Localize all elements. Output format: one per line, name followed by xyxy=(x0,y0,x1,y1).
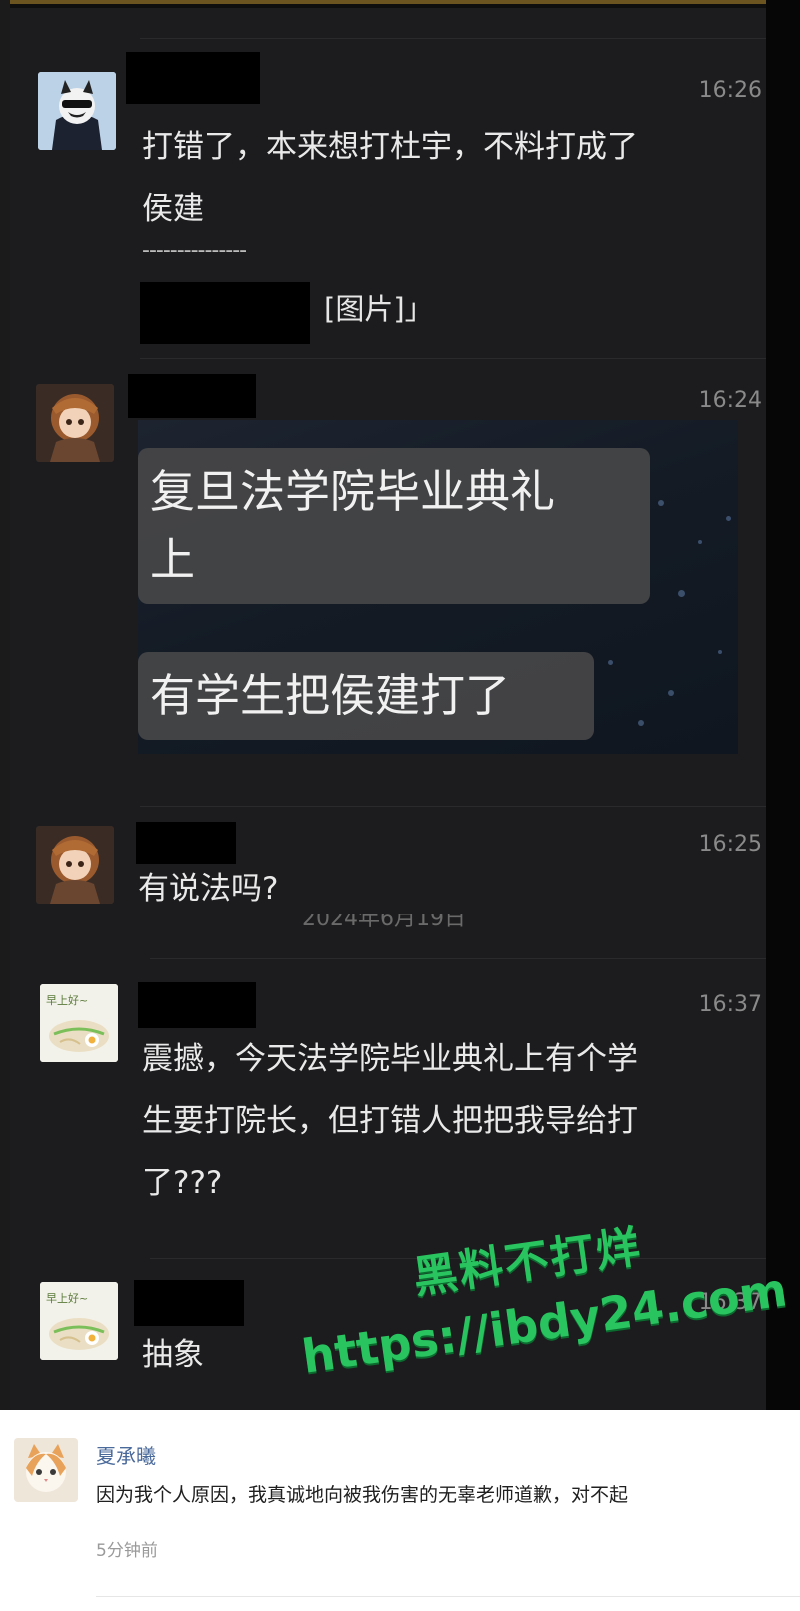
avatar-kitten[interactable] xyxy=(14,1438,78,1502)
city-light xyxy=(698,540,702,544)
comment-text: 因为我个人原因，我真诚地向被我伤害的无辜老师道歉，对不起 xyxy=(96,1484,629,1506)
quote-separator: --------------- xyxy=(142,238,247,263)
shared-image[interactable]: 复旦法学院毕业典礼 上 有学生把侯建打了 xyxy=(138,420,738,754)
image-caption-bubble: 有学生把侯建打了 xyxy=(138,652,594,740)
message-time: 16:26 xyxy=(698,78,762,103)
image-caption-line: 有学生把侯建打了 xyxy=(150,669,511,722)
chat-message-4: 早上好~ 16:37 震撼，今天法学院毕业典礼上有个学 生要打院长，但打错人把把… xyxy=(10,958,766,1233)
avatar-noodle-bowl[interactable]: 早上好~ xyxy=(40,984,118,1062)
image-caption-bubble: 复旦法学院毕业典礼 上 xyxy=(138,448,650,604)
image-caption-line: 复旦法学院毕业典礼 xyxy=(150,465,556,518)
svg-text:早上好~: 早上好~ xyxy=(46,1291,88,1305)
message-time: 16:24 xyxy=(698,388,762,413)
redacted-username xyxy=(136,822,236,864)
commenter-name[interactable]: 夏承曦 xyxy=(96,1440,156,1469)
message-time: 16:37 xyxy=(698,992,762,1017)
redacted-username xyxy=(138,982,256,1028)
comment-divider xyxy=(96,1596,800,1597)
message-time: 16:25 xyxy=(698,832,762,857)
avatar-anime-girl[interactable] xyxy=(36,384,114,462)
redacted-username xyxy=(126,52,260,104)
message-line: 打错了，本来想打杜宇，不料打成了 xyxy=(142,129,638,165)
avatar-sunglasses-cat[interactable] xyxy=(38,72,116,150)
date-separator-overlap: 2024年6月19日 xyxy=(302,914,466,928)
city-light xyxy=(718,650,722,654)
message-line: 了??? xyxy=(142,1165,223,1201)
message-divider xyxy=(140,806,766,807)
screenshot-frame: 16:26 打错了，本来想打杜宇，不料打成了 侯建 --------------… xyxy=(0,0,800,1611)
city-light xyxy=(638,720,644,726)
city-light xyxy=(658,500,664,506)
redacted-username xyxy=(134,1280,244,1326)
left-edge xyxy=(0,0,10,1410)
city-light xyxy=(608,660,613,665)
message-text: 打错了，本来想打杜宇，不料打成了 侯建 xyxy=(142,116,638,240)
city-light xyxy=(668,690,674,696)
right-edge xyxy=(766,0,800,1410)
city-light xyxy=(678,590,685,597)
chat-message-1: 16:26 打错了，本来想打杜宇，不料打成了 侯建 --------------… xyxy=(10,38,766,368)
top-border xyxy=(0,0,770,4)
avatar-anime-girl[interactable] xyxy=(36,826,114,904)
comment-card: 夏承曦 因为我个人原因，我真诚地向被我伤害的无辜老师道歉，对不起 5分钟前 xyxy=(0,1410,800,1611)
quote-image-tail[interactable]: [图片]」 xyxy=(324,286,434,328)
chat-message-3: 16:25 有说法吗? 2024年6月19日 xyxy=(10,806,766,956)
message-divider xyxy=(140,38,766,39)
message-text: 有说法吗? xyxy=(138,871,279,907)
comment-time: 5分钟前 xyxy=(96,1541,158,1561)
image-caption-line: 上 xyxy=(150,533,196,586)
chat-panel: 16:26 打错了，本来想打杜宇，不料打成了 侯建 --------------… xyxy=(10,8,766,1410)
redacted-quote-name xyxy=(140,282,310,344)
city-light xyxy=(726,516,731,521)
redacted-username xyxy=(128,374,256,418)
message-line: 生要打院长，但打错人把把我导给打 xyxy=(142,1103,638,1139)
message-divider xyxy=(140,358,766,359)
message-divider xyxy=(150,958,766,959)
svg-text:早上好~: 早上好~ xyxy=(46,993,88,1007)
message-text: 震撼，今天法学院毕业典礼上有个学 生要打院长，但打错人把把我导给打 了??? xyxy=(142,1028,638,1214)
message-line: 震撼，今天法学院毕业典礼上有个学 xyxy=(142,1041,638,1077)
avatar-noodle-bowl[interactable]: 早上好~ xyxy=(40,1282,118,1360)
message-text: 抽象 xyxy=(142,1337,204,1373)
message-line: 侯建 xyxy=(142,191,204,227)
